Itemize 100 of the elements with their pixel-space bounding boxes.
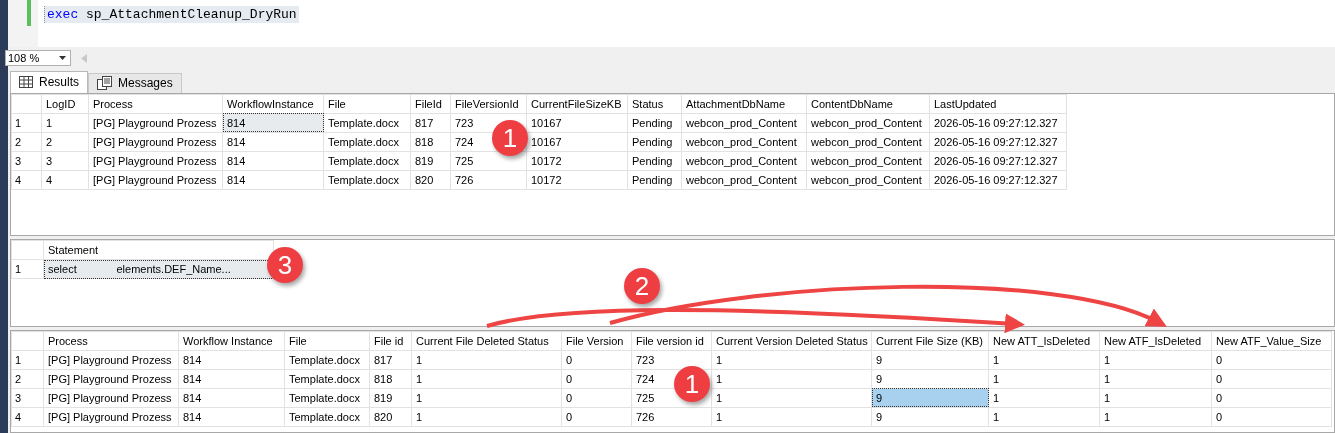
- cell-text: 724: [455, 135, 474, 148]
- cell-text: 2026-05-16 09:27:12.327: [934, 154, 1058, 167]
- column-header[interactable]: File id: [369, 331, 412, 351]
- cell-text: 2: [46, 135, 53, 148]
- cell-text: 1: [416, 353, 423, 366]
- cell-text: webcon_prod_Content: [811, 173, 922, 186]
- cell-text: 817: [415, 116, 434, 129]
- column-header[interactable]: Process: [88, 94, 223, 114]
- cell-text: 10167: [531, 116, 562, 129]
- cell-text: 10167: [531, 135, 562, 148]
- row-number[interactable]: 4: [11, 170, 42, 190]
- cell-text: 0: [566, 410, 573, 423]
- row-number[interactable]: 3: [11, 151, 42, 171]
- cell-text: 1: [993, 353, 1000, 366]
- cell-text: 1: [716, 353, 723, 366]
- cell-text: Template.docx: [289, 353, 360, 366]
- cell-text: 0: [566, 391, 573, 404]
- row-number[interactable]: 1: [11, 259, 44, 279]
- column-header[interactable]: FileVersionId: [450, 94, 527, 114]
- column-header[interactable]: LogID: [41, 94, 89, 114]
- column-header[interactable]: Statement: [43, 240, 274, 260]
- cell-text: 0: [566, 353, 573, 366]
- cell-text: [PG] Playground Prozess: [93, 135, 217, 148]
- cell-text: [PG] Playground Prozess: [93, 116, 217, 129]
- cell-text: Pending: [632, 173, 673, 186]
- cell-text: webcon_prod_Content: [686, 116, 797, 129]
- results-tab[interactable]: Messages: [88, 72, 182, 93]
- cell-text: Template.docx: [289, 372, 360, 385]
- cell-text: 814: [183, 372, 202, 385]
- row-number[interactable]: 1: [11, 350, 44, 370]
- cell-text: Template.docx: [289, 391, 360, 404]
- cell-text: 0: [1216, 353, 1223, 366]
- cell-text: 817: [374, 353, 393, 366]
- cell-text: 0: [566, 372, 573, 385]
- column-header[interactable]: LastUpdated: [929, 94, 1067, 114]
- zoom-dropdown[interactable]: 108 %: [5, 50, 71, 66]
- column-header[interactable]: Current File Deleted Status: [411, 331, 562, 351]
- cell-text: 725: [455, 154, 474, 167]
- cell-text: Template.docx: [328, 154, 399, 167]
- row-number[interactable]: 2: [11, 132, 42, 152]
- cell-text: 814: [227, 154, 246, 167]
- column-header[interactable]: New ATF_IsDeleted: [1099, 331, 1212, 351]
- cell-text: 1: [416, 410, 423, 423]
- row-number[interactable]: 4: [11, 407, 44, 427]
- column-header[interactable]: File: [284, 331, 370, 351]
- document-icon: [97, 76, 112, 91]
- cell-text: 1: [993, 410, 1000, 423]
- column-header[interactable]: FileId: [410, 94, 451, 114]
- column-header[interactable]: Workflow Instance: [178, 331, 285, 351]
- cell-text: 814: [183, 353, 202, 366]
- cell-text: Pending: [632, 135, 673, 148]
- cell-text: 819: [374, 391, 393, 404]
- cell-text: 0: [1216, 391, 1223, 404]
- column-header[interactable]: File: [323, 94, 411, 114]
- cell-text: 2026-05-16 09:27:12.327: [934, 135, 1058, 148]
- cell-text: 724: [636, 372, 655, 385]
- cell-text: Pending: [632, 154, 673, 167]
- cell-text: 9: [876, 372, 883, 385]
- cell-text: 0: [1216, 372, 1223, 385]
- row-number[interactable]: 3: [11, 388, 44, 408]
- column-header[interactable]: Current Version Deleted Status: [711, 331, 872, 351]
- cell-text: 2026-05-16 09:27:12.327: [934, 116, 1058, 129]
- row-number[interactable]: 2: [11, 369, 44, 389]
- column-header[interactable]: New ATT_IsDeleted: [988, 331, 1100, 351]
- column-header[interactable]: New ATF_Value_Size: [1211, 331, 1332, 351]
- cell-text: 820: [415, 173, 434, 186]
- cell-text: 0: [1216, 410, 1223, 423]
- row-number[interactable]: 1: [11, 113, 42, 133]
- results-tab[interactable]: Results: [10, 70, 88, 93]
- cell-text: 4: [46, 173, 53, 186]
- cell-text: 726: [636, 410, 655, 423]
- cell-text: 1: [46, 116, 53, 129]
- cell-text: 814: [227, 173, 246, 186]
- cell-text: 9: [876, 353, 883, 366]
- column-header[interactable]: Process: [43, 331, 179, 351]
- cell-text: Template.docx: [328, 173, 399, 186]
- cell-text: 2026-05-16 09:27:12.327: [934, 173, 1058, 186]
- cell-text: 1: [1104, 372, 1111, 385]
- cell-text: 819: [415, 154, 434, 167]
- column-header[interactable]: ContentDbName: [806, 94, 930, 114]
- column-header[interactable]: AttachmentDbName: [681, 94, 807, 114]
- cell-text: 10172: [531, 173, 562, 186]
- cell-text: 1: [716, 372, 723, 385]
- cell-text: 1: [716, 391, 723, 404]
- cell-text: 818: [415, 135, 434, 148]
- cell-text: 726: [455, 173, 474, 186]
- scroll-left-icon[interactable]: [81, 53, 87, 63]
- column-header[interactable]: Status: [627, 94, 682, 114]
- column-header[interactable]: File version id: [631, 331, 712, 351]
- cell-text: 818: [374, 372, 393, 385]
- cell-text: 1: [993, 372, 1000, 385]
- column-header[interactable]: CurrentFileSizeKB: [526, 94, 628, 114]
- column-header[interactable]: File Version: [561, 331, 632, 351]
- cell-text: 9: [876, 410, 883, 423]
- cell-text: [PG] Playground Prozess: [48, 372, 172, 385]
- column-header[interactable]: Current File Size (KB): [871, 331, 989, 351]
- cell-text: 814: [183, 410, 202, 423]
- cell-text: 725: [636, 391, 655, 404]
- cell-text: 10172: [531, 154, 562, 167]
- cell-text: webcon_prod_Content: [811, 135, 922, 148]
